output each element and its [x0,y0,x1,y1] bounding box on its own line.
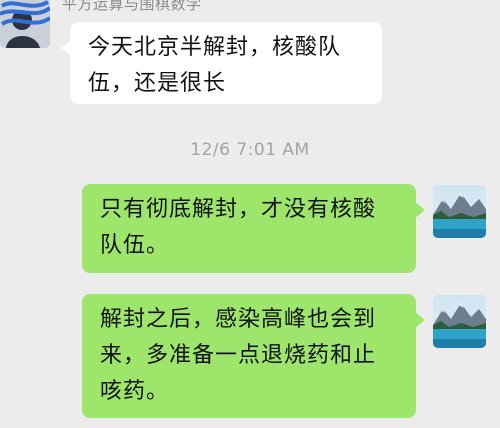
my-avatar[interactable] [433,185,486,238]
mountain-lake-avatar-icon [433,295,486,348]
message-bubble-incoming[interactable]: 今天北京半解封，核酸队 伍，还是很长 [61,22,382,104]
user-avatar-icon [0,0,50,48]
contact-avatar[interactable] [0,0,50,48]
chat-window: 平方运算与围棋数学 今天北京半解封，核酸队 伍，还是很长 12/6 7:01 A… [0,0,500,428]
mountain-lake-avatar-icon [433,185,486,238]
message-bubble-outgoing[interactable]: 解封之后，感染高峰也会到 来，多准备一点退烧药和止 咳药。 [82,294,425,418]
my-avatar[interactable] [433,295,486,348]
message-timestamp: 12/6 7:01 AM [190,140,310,160]
message-bubble-outgoing[interactable]: 只有彻底解封，才没有核酸 队伍。 [82,184,425,273]
sender-name: 平方运算与围棋数学 [62,0,202,13]
